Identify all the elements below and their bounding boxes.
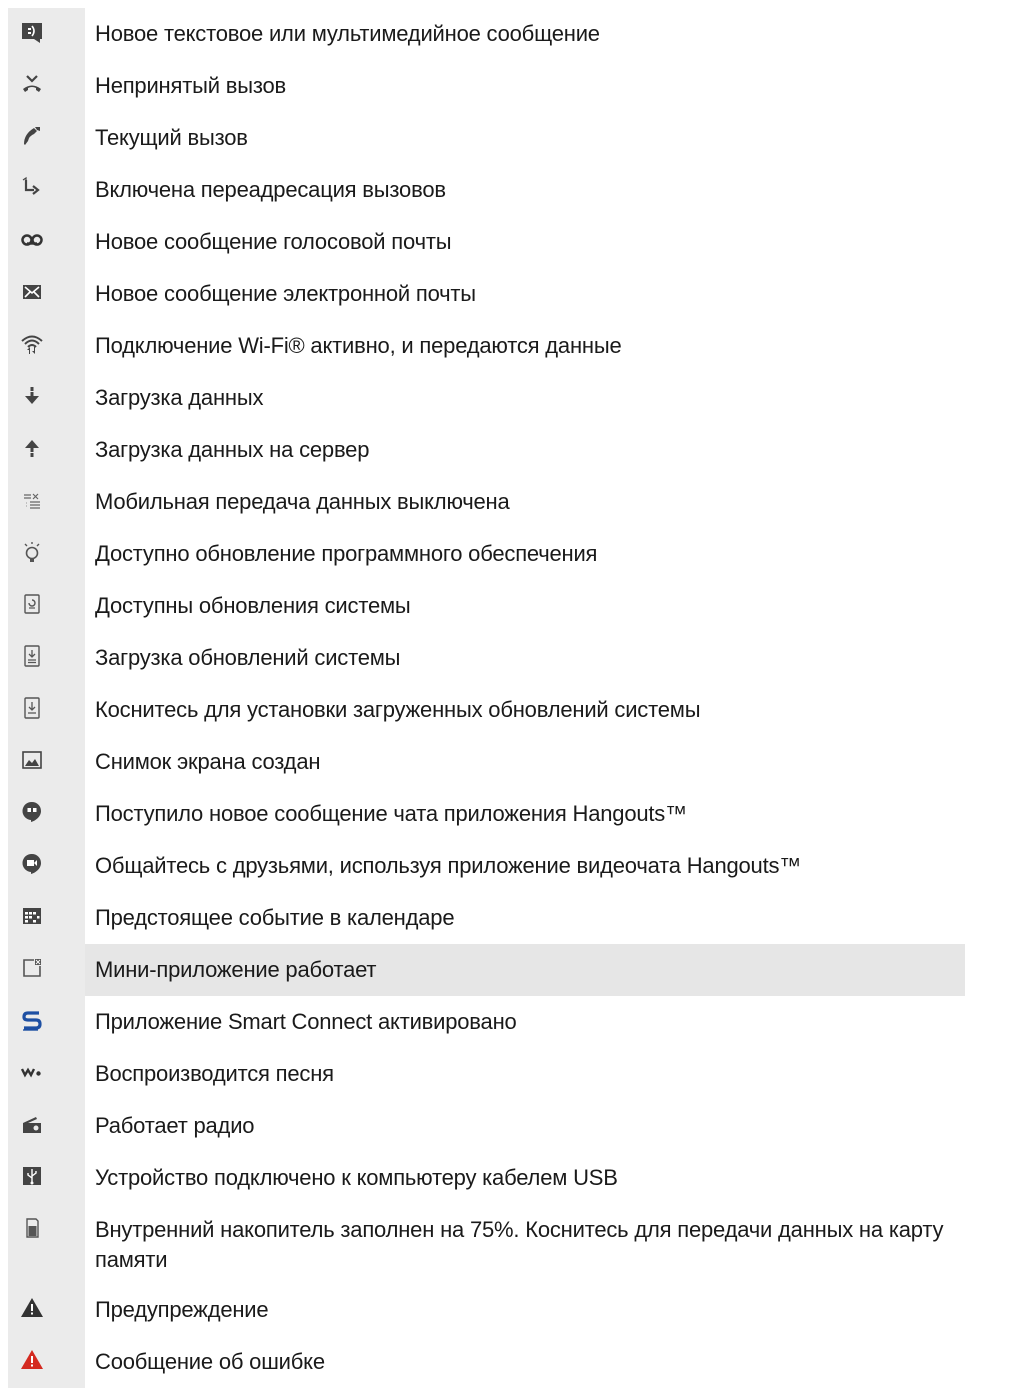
list-item: Доступны обновления системы [0,580,1016,632]
system-update-icon [23,594,40,614]
list-item: Внутренний накопитель заполнен на 75%. К… [0,1204,1016,1284]
list-item: Загрузка обновлений системы [0,632,1016,684]
notification-icon-list: Новое текстовое или мультимедийное сообщ… [0,8,1016,1388]
item-label: Текущий вызов [95,125,248,150]
calendar-icon [22,908,41,924]
system-update-install-icon [23,697,40,719]
item-label: Загрузка данных [95,385,264,410]
screenshot-icon [21,751,42,769]
mobile-data-off-icon [23,493,40,509]
software-update-icon [24,542,39,562]
list-item: Коснитесь для установки загруженных обно… [0,684,1016,736]
list-item: Включена переадресация вызовов [0,164,1016,216]
item-label: Мини-приложение работает [85,944,965,996]
item-label: Доступно обновление программного обеспеч… [95,541,598,566]
small-app-icon [22,959,41,977]
list-item: Текущий вызов [0,112,1016,164]
item-label: Новое сообщение электронной почты [95,281,476,306]
warning-icon [20,1298,43,1317]
list-item: Доступно обновление программного обеспеч… [0,528,1016,580]
usb-icon [22,1167,41,1185]
item-label: Новое текстовое или мультимедийное сообщ… [95,21,600,46]
item-label: Доступны обновления системы [95,593,411,618]
item-label: Работает радио [95,1113,255,1138]
list-item: Снимок экрана создан [0,736,1016,788]
list-item: Поступило новое сообщение чата приложени… [0,788,1016,840]
list-item: Мобильная передача данных выключена [0,476,1016,528]
error-icon [20,1350,43,1369]
call-icon [23,127,40,145]
item-label: Коснитесь для установки загруженных обно… [95,697,701,722]
item-label: Приложение Smart Connect активировано [95,1009,517,1034]
item-label: Включена переадресация вызовов [95,177,446,202]
radio-icon [22,1117,41,1133]
item-label: Воспроизводится песня [95,1061,334,1086]
item-label: Снимок экрана создан [95,749,321,774]
hangouts-video-icon [21,853,41,874]
list-item: Загрузка данных [0,372,1016,424]
list-item: Работает радио [0,1100,1016,1152]
item-label: Поступило новое сообщение чата приложени… [95,801,687,826]
item-label: Мобильная передача данных выключена [95,489,510,514]
list-item: Новое сообщение голосовой почты [0,216,1016,268]
download-icon [24,387,39,404]
storage-full-icon [25,1218,39,1238]
wifi-data-icon [20,335,43,354]
list-item: Общайтесь с друзьями, используя приложен… [0,840,1016,892]
list-item: Устройство подключено к компьютеру кабел… [0,1152,1016,1204]
item-label: Предстоящее событие в календаре [95,905,455,930]
item-label: Загрузка обновлений системы [95,645,401,670]
item-label: Новое сообщение голосовой почты [95,229,452,254]
list-item: Загрузка данных на сервер [0,424,1016,476]
hangouts-chat-icon [21,801,41,822]
list-item: Воспроизводится песня [0,1048,1016,1100]
list-item: Предстоящее событие в календаре [0,892,1016,944]
smart-connect-icon [21,1011,42,1031]
item-label: Внутренний накопитель заполнен на 75%. К… [95,1217,944,1272]
item-label: Непринятый вызов [95,73,286,98]
item-label: Подключение Wi-Fi® активно, и передаются… [95,333,622,358]
list-item: Новое текстовое или мультимедийное сообщ… [0,8,1016,60]
item-label: Общайтесь с друзьями, используя приложен… [95,853,802,878]
message-icon [21,23,42,43]
list-item: Подключение Wi-Fi® активно, и передаются… [0,320,1016,372]
list-item: Предупреждение [0,1284,1016,1336]
list-item: Непринятый вызов [0,60,1016,112]
email-icon [22,285,41,299]
walkman-icon [20,1067,41,1078]
missed-call-icon [22,75,41,92]
upload-icon [24,440,39,457]
list-item: Сообщение об ошибке [0,1336,1016,1388]
item-label: Устройство подключено к компьютеру кабел… [95,1165,618,1190]
item-label: Сообщение об ошибке [95,1349,325,1374]
list-item: Мини-приложение работает [0,944,1016,996]
item-label: Предупреждение [95,1297,269,1322]
list-item: Новое сообщение электронной почты [0,268,1016,320]
list-item: Приложение Smart Connect активировано [0,996,1016,1048]
system-update-download-icon [23,645,40,667]
item-label: Загрузка данных на сервер [95,437,370,462]
call-forward-icon [22,176,40,195]
voicemail-icon [20,234,43,246]
